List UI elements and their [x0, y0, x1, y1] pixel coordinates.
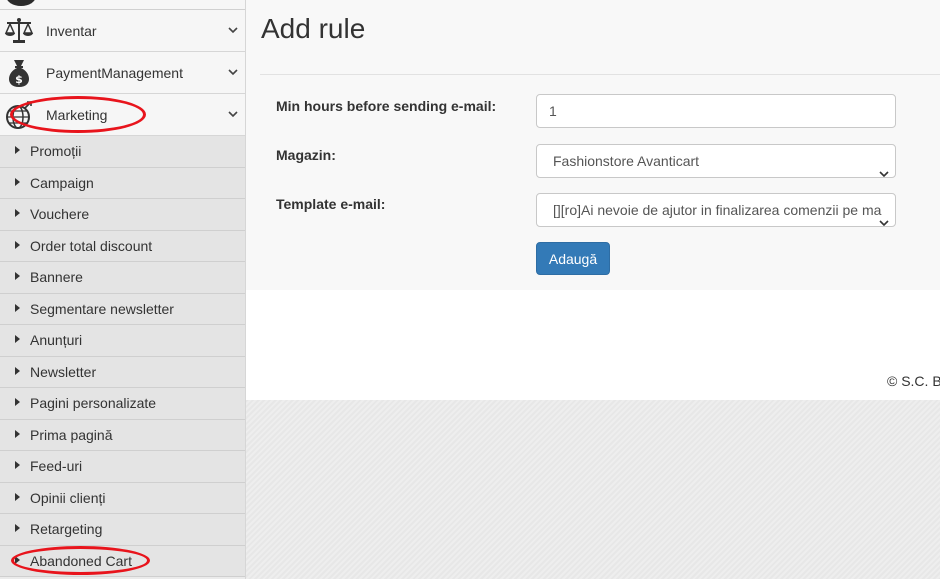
sidebar-subitem-label: Prima pagină	[30, 426, 113, 443]
sidebar-subitem-label: Anunțuri	[30, 332, 83, 348]
sidebar-subitem-newsletter[interactable]: Newsletter	[0, 356, 245, 388]
min-hours-input[interactable]: 1	[536, 94, 896, 128]
sidebar-item-paymentmanagement[interactable]: $ PaymentManagement	[0, 52, 245, 94]
sidebar-subitem-order-total-discount[interactable]: Order total discount	[0, 230, 245, 262]
caret-right-icon	[15, 303, 20, 312]
store-select[interactable]: Fashionstore Avanticart	[536, 144, 896, 178]
sidebar-item-label: PaymentManagement	[46, 65, 183, 81]
caret-right-icon	[15, 366, 20, 375]
caret-right-icon	[15, 177, 20, 186]
chevron-down-icon	[879, 206, 889, 226]
sidebar-subitem-label: Vouchere	[30, 206, 90, 222]
sidebar-subitem-bannere[interactable]: Bannere	[0, 262, 245, 294]
sidebar-subitem-label: Retargeting	[30, 521, 103, 537]
sidebar-subitem-campaign[interactable]: Campaign	[0, 167, 245, 199]
globe-marketing-icon	[2, 98, 36, 132]
chevron-down-icon	[226, 107, 240, 121]
sidebar-item-previous[interactable]	[0, 0, 245, 10]
min-hours-label: Min hours before sending e-mail:	[276, 98, 497, 114]
balance-scale-icon	[2, 14, 36, 48]
svg-text:$: $	[15, 73, 23, 86]
caret-right-icon	[15, 209, 20, 217]
sidebar-subitem-abandoned-cart[interactable]: Abandoned Cart	[0, 545, 245, 577]
caret-right-icon	[15, 272, 20, 280]
sidebar-subitem-label: Abandoned Cart	[30, 552, 132, 569]
sidebar-item-label: Inventar	[46, 23, 97, 39]
template-select-value: [][ro]Ai nevoie de ajutor in finalizarea…	[553, 202, 882, 218]
main-panel: Add rule Min hours before sending e-mail…	[246, 0, 940, 290]
sidebar-item-inventar[interactable]: Inventar	[0, 10, 245, 52]
caret-right-icon	[15, 492, 20, 501]
menu-icon	[6, 0, 36, 6]
template-label: Template e-mail:	[276, 196, 386, 212]
sidebar-subitem-label: Order total discount	[30, 237, 153, 254]
sidebar-subitem-pagini-personalizate[interactable]: Pagini personalizate	[0, 388, 245, 420]
sidebar-item-marketing[interactable]: Marketing	[0, 94, 245, 136]
caret-right-icon	[15, 524, 20, 532]
caret-right-icon	[15, 461, 20, 469]
background-texture	[246, 400, 940, 579]
caret-right-icon	[15, 146, 20, 154]
caret-right-icon	[15, 555, 20, 564]
sidebar-subitem-opinii-clienti[interactable]: Opinii clienți	[0, 482, 245, 514]
caret-right-icon	[15, 335, 20, 343]
chevron-down-icon	[879, 157, 889, 177]
sidebar: Inventar $ PaymentManagement Marketing P…	[0, 0, 246, 579]
store-label: Magazin:	[276, 147, 336, 163]
caret-right-icon	[15, 429, 20, 438]
caret-right-icon	[15, 240, 20, 249]
sidebar-subitem-label: Promoții	[30, 143, 82, 159]
content-spacer	[246, 290, 940, 400]
sidebar-subitem-label: Feed-uri	[30, 458, 83, 474]
sidebar-subitem-anunturi[interactable]: Anunțuri	[0, 325, 245, 357]
chevron-down-icon	[226, 23, 240, 37]
divider	[260, 74, 940, 75]
sidebar-subitem-prima-pagina[interactable]: Prima pagină	[0, 419, 245, 451]
sidebar-subitem-segmentare-newsletter[interactable]: Segmentare newsletter	[0, 293, 245, 325]
sidebar-subitem-retargeting[interactable]: Retargeting	[0, 514, 245, 546]
sidebar-subitem-label: Opinii clienți	[30, 489, 106, 506]
sidebar-item-label: Marketing	[46, 107, 108, 123]
add-button[interactable]: Adaugă	[536, 242, 610, 275]
money-bag-icon: $	[2, 56, 36, 90]
sidebar-subitem-label: Segmentare newsletter	[30, 300, 174, 317]
store-select-value: Fashionstore Avanticart	[553, 153, 700, 169]
sidebar-subitem-feed-uri[interactable]: Feed-uri	[0, 451, 245, 483]
page-title: Add rule	[261, 13, 366, 44]
template-select[interactable]: [][ro]Ai nevoie de ajutor in finalizarea…	[536, 193, 896, 227]
sidebar-subitem-label: Pagini personalizate	[30, 395, 157, 411]
sidebar-subitem-label: Newsletter	[30, 363, 97, 380]
chevron-down-icon	[226, 65, 240, 79]
sidebar-subitem-promotii[interactable]: Promoții	[0, 136, 245, 168]
sidebar-subitem-label: Bannere	[30, 269, 83, 285]
sidebar-subitem-label: Campaign	[30, 174, 94, 191]
sidebar-subitem-vouchere[interactable]: Vouchere	[0, 199, 245, 231]
caret-right-icon	[15, 398, 20, 406]
footer-copyright: © S.C. B	[887, 373, 940, 389]
